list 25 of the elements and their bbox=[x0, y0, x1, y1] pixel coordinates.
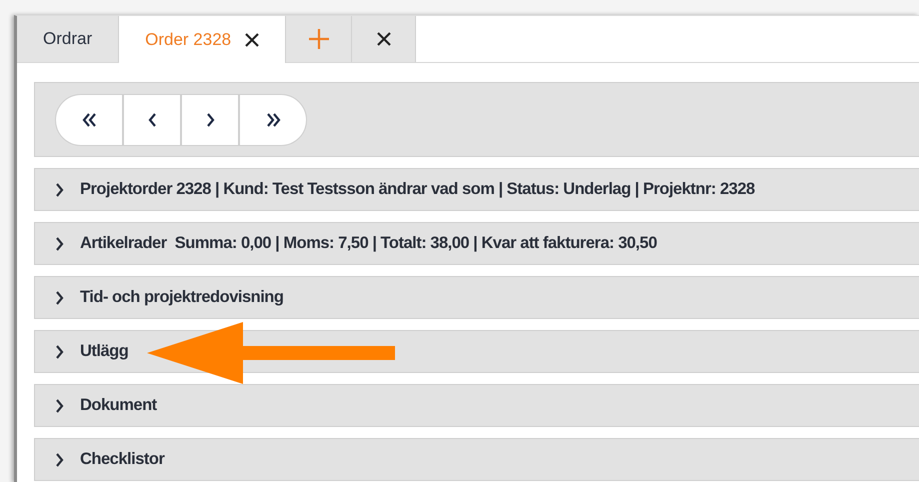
section-title: Tid- och projektredovisning bbox=[80, 288, 284, 307]
section-title: Checklistor bbox=[80, 450, 164, 469]
section-title: Utlägg bbox=[80, 342, 128, 361]
section-header[interactable]: Projektorder 2328 | Kund: Test Testsson ändrar vad som | Status: Underlag | Projektnr: 2328 bbox=[34, 168, 919, 211]
section-header[interactable]: Dokument bbox=[34, 384, 919, 427]
close-icon bbox=[376, 32, 391, 46]
section-title: Projektorder 2328 | Kund: Test Testsson ändrar vad som | Status: Underlag | Projektnr: 2328 bbox=[80, 180, 755, 199]
close-all-button[interactable] bbox=[352, 16, 416, 62]
section-header[interactable]: Checklistor bbox=[34, 438, 919, 481]
chevron-right-icon bbox=[53, 342, 66, 360]
section-header[interactable]: Tid- och projektredovisning bbox=[34, 276, 919, 319]
chevron-right-icon bbox=[53, 180, 66, 198]
add-tab-button[interactable] bbox=[286, 16, 352, 62]
section-title: Artikelrader Summa: 0,00 | Moms: 7,50 | Totalt: 38,00 | Kvar att fakturera: 30,50 bbox=[80, 234, 657, 253]
chevron-right-icon bbox=[53, 396, 66, 414]
last-page-button[interactable] bbox=[240, 94, 306, 144]
plus-icon bbox=[308, 29, 329, 49]
chevron-right-icon bbox=[53, 234, 66, 252]
chevron-right-icon bbox=[53, 450, 66, 468]
chevron-right-icon bbox=[53, 288, 66, 306]
section-header[interactable]: Artikelrader Summa: 0,00 | Moms: 7,50 | Totalt: 38,00 | Kvar att fakturera: 30,50 bbox=[34, 222, 919, 265]
first-page-button[interactable] bbox=[56, 94, 122, 144]
tab[interactable]: Ordrar bbox=[17, 16, 120, 62]
close-icon bbox=[245, 32, 260, 46]
section-title: Dokument bbox=[80, 396, 157, 415]
